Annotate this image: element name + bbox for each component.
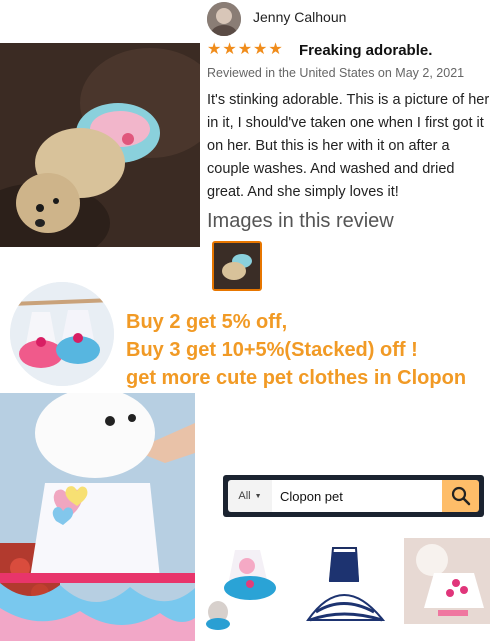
search-input[interactable]: Clopon pet bbox=[272, 480, 442, 512]
reviewer-name[interactable]: Jenny Calhoun bbox=[253, 9, 346, 25]
search-button[interactable] bbox=[442, 480, 479, 512]
star-icon: ★ bbox=[268, 41, 283, 58]
product-photo-dog-in-dress[interactable] bbox=[404, 538, 490, 624]
review-body-line: It's stinking adorable. This is a pictur… bbox=[207, 92, 490, 108]
chevron-down-icon: ▼ bbox=[254, 492, 262, 500]
star-icon: ★ bbox=[237, 41, 253, 58]
promo-dresses-image bbox=[10, 282, 114, 386]
product-image-navy-dress[interactable] bbox=[298, 540, 388, 635]
search-department-select[interactable]: All ▼ bbox=[228, 480, 272, 512]
star-icon: ★ bbox=[253, 41, 268, 58]
review-body-line: couple washes. And washed and dried bbox=[207, 161, 455, 177]
product-image-blue-dress[interactable] bbox=[205, 540, 290, 635]
promo-line: Buy 2 get 5% off, bbox=[126, 311, 288, 333]
reviewer-avatar[interactable] bbox=[207, 2, 241, 36]
review-body-line: great. And she simply loves it! bbox=[207, 184, 399, 200]
department-label: All bbox=[238, 490, 251, 502]
review-title[interactable]: Freaking adorable. bbox=[299, 42, 432, 59]
review-body-line: in it, I should've taken one when I firs… bbox=[207, 115, 484, 131]
star-icon: ★ bbox=[207, 41, 222, 58]
product-photo-white-dog bbox=[0, 393, 195, 641]
review-body-line: on her. But this is her with it on after… bbox=[207, 138, 450, 154]
star-rating: ★ ★ ★ ★ ★ bbox=[207, 41, 283, 59]
review-date: Reviewed in the United States on May 2, … bbox=[207, 66, 465, 80]
promo-line: Buy 3 get 10+5%(Stacked) off ! bbox=[126, 339, 418, 361]
promo-line: get more cute pet clothes in Clopon bbox=[126, 367, 467, 389]
search-icon bbox=[451, 486, 470, 506]
review-image-thumbnail[interactable] bbox=[212, 241, 262, 291]
review-photo-dog-on-couch bbox=[0, 43, 200, 247]
star-icon: ★ bbox=[222, 41, 237, 58]
images-heading: Images in this review bbox=[207, 210, 394, 232]
